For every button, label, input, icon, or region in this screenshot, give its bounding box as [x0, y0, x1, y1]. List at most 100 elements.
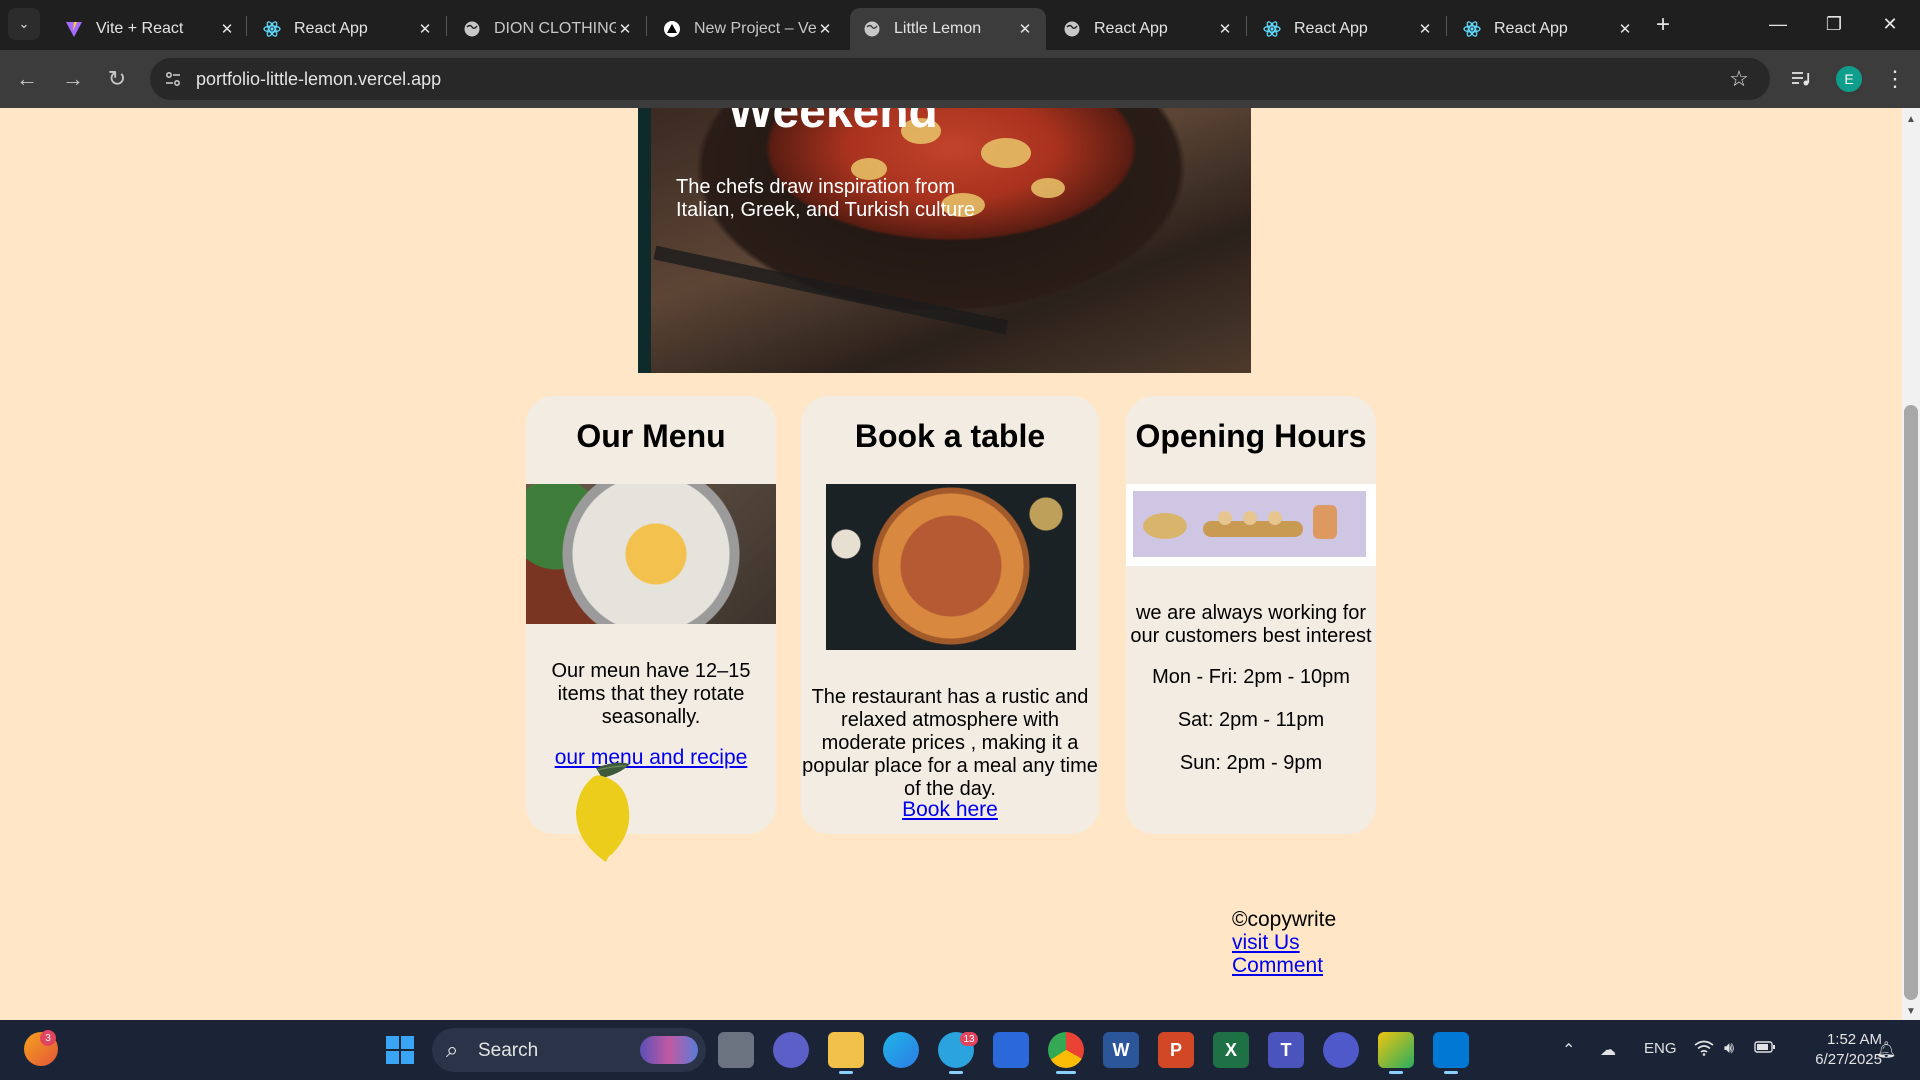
globe-icon — [862, 19, 882, 39]
search-label: Search — [478, 1040, 539, 1061]
system-clock[interactable]: 1:52 AM 6/27/2025 — [1790, 1030, 1882, 1070]
git-tool-icon[interactable] — [1378, 1032, 1414, 1068]
running-indicator — [1056, 1071, 1076, 1074]
reload-button[interactable]: ↻ — [100, 62, 134, 96]
telegram-badge: 13 — [960, 1032, 978, 1046]
teams-chat-icon[interactable] — [1323, 1032, 1359, 1068]
book-card-title: Book a table — [854, 418, 1046, 454]
hero-text: The chefs draw inspiration from Italian,… — [676, 176, 976, 221]
task-view-icon[interactable] — [718, 1032, 754, 1068]
pizza-image — [826, 484, 1076, 650]
visit-us-link[interactable]: visit Us — [1232, 931, 1336, 954]
browser-menu-button[interactable]: ⋮ — [1880, 64, 1910, 94]
arrow-left-icon: ← — [16, 66, 38, 91]
tab-react-app-1[interactable]: React App ✕ — [250, 8, 446, 50]
hours-card-text: we are always working for our customers … — [1130, 602, 1372, 647]
taskbar-search[interactable]: ⌕ Search — [432, 1028, 706, 1072]
close-icon[interactable]: ✕ — [416, 20, 434, 38]
chevron-up-icon[interactable]: ⌃ — [1562, 1040, 1575, 1060]
react-icon — [262, 19, 282, 39]
hours-sunday: Sun: 2pm - 9pm — [1179, 752, 1323, 774]
file-explorer-icon[interactable] — [828, 1032, 864, 1068]
close-icon[interactable]: ✕ — [1416, 20, 1434, 38]
menu-card: Our Menu Our meun have 12–15 items that … — [526, 396, 776, 834]
wifi-icon[interactable] — [1694, 1040, 1714, 1061]
clock-date: 6/27/2025 — [1815, 1051, 1882, 1068]
tab-vite-react[interactable]: Vite + React ✕ — [52, 8, 248, 50]
edge-icon[interactable] — [883, 1032, 919, 1068]
react-icon — [1262, 19, 1282, 39]
menu-dish-image — [526, 484, 776, 624]
comment-link[interactable]: Comment — [1232, 954, 1336, 977]
running-indicator — [1389, 1071, 1403, 1074]
close-icon[interactable]: ✕ — [616, 20, 634, 38]
more-vert-icon: ⋮ — [1884, 66, 1906, 91]
tab-search-button[interactable]: ⌄ — [8, 8, 40, 40]
word-icon[interactable]: W — [1103, 1032, 1139, 1068]
menu-card-title: Our Menu — [576, 418, 726, 454]
page-viewport: Weekend The chefs draw inspiration from … — [0, 108, 1902, 1020]
copyright-text: ©copywrite — [1232, 908, 1337, 931]
tab-strip: ⌄ Vite + React ✕ React App ✕ DION CLOTHI… — [0, 0, 1920, 50]
new-tab-button[interactable]: + — [1648, 10, 1678, 40]
battery-icon[interactable] — [1754, 1040, 1776, 1059]
book-card-text: The restaurant has a rustic and relaxed … — [802, 686, 1098, 800]
notifications-bell-icon[interactable]: 🔔︎ — [1876, 1040, 1896, 1060]
tab-react-app-2[interactable]: React App ✕ — [1050, 8, 1246, 50]
hours-weekday: Mon - Fri: 2pm - 10pm — [1152, 666, 1350, 688]
menu-recipe-link[interactable]: our menu and recipe — [526, 746, 776, 770]
tab-title: Little Lemon — [894, 20, 982, 37]
powerpoint-icon[interactable]: P — [1158, 1032, 1194, 1068]
close-icon[interactable]: ✕ — [1616, 20, 1634, 38]
tab-title: DION CLOTHING — [494, 20, 616, 37]
start-icon[interactable] — [382, 1032, 418, 1068]
tab-title: React App — [1294, 20, 1368, 37]
close-icon[interactable]: ✕ — [1216, 20, 1234, 38]
tab-title: React App — [294, 20, 368, 37]
desserts-image — [1126, 484, 1376, 566]
excel-icon[interactable]: X — [1213, 1032, 1249, 1068]
hours-card-title: Opening Hours — [1135, 418, 1367, 454]
profile-avatar[interactable]: E — [1836, 66, 1862, 92]
close-icon[interactable]: ✕ — [1016, 20, 1034, 38]
chrome-icon[interactable] — [1048, 1032, 1084, 1068]
url-text[interactable]: portfolio-little-lemon.vercel.app — [196, 69, 441, 90]
teams-icon[interactable]: T — [1268, 1032, 1304, 1068]
meet-icon[interactable] — [773, 1032, 809, 1068]
hero-food-image — [651, 108, 1251, 373]
running-indicator — [1444, 1071, 1458, 1074]
hours-saturday: Sat: 2pm - 11pm — [1177, 709, 1325, 731]
tab-react-app-4[interactable]: React App ✕ — [1450, 8, 1646, 50]
book-here-link[interactable]: Book here — [801, 798, 1099, 822]
tab-react-app-3[interactable]: React App ✕ — [1250, 8, 1446, 50]
vite-icon — [64, 19, 84, 39]
vercel-icon — [662, 19, 682, 39]
restore-button[interactable]: ❐ — [1806, 0, 1862, 48]
tab-dion-clothing[interactable]: DION CLOTHING ✕ — [450, 8, 646, 50]
site-info-button[interactable] — [160, 66, 186, 92]
footer-links: ©copywrite visit Us Comment — [1232, 908, 1336, 977]
tab-title: React App — [1494, 20, 1568, 37]
minimize-button[interactable]: — — [1750, 0, 1806, 48]
scroll-up-arrow[interactable]: ▲ — [1904, 112, 1918, 126]
scrollbar-thumb[interactable] — [1904, 405, 1918, 1000]
back-button[interactable]: ← — [10, 62, 44, 96]
close-icon[interactable]: ✕ — [218, 20, 236, 38]
vscode-icon[interactable] — [1433, 1032, 1469, 1068]
globe-icon — [462, 19, 482, 39]
tab-little-lemon[interactable]: Little Lemon ✕ — [850, 8, 1046, 50]
onedrive-icon[interactable]: ☁ — [1600, 1040, 1616, 1060]
close-icon[interactable]: ✕ — [816, 20, 834, 38]
bookmark-button[interactable]: ☆ — [1724, 64, 1754, 94]
forward-button[interactable]: → — [56, 62, 90, 96]
scroll-down-arrow[interactable]: ▼ — [1904, 1004, 1918, 1018]
running-indicator — [949, 1071, 963, 1074]
volume-icon[interactable]: 🔊︎ — [1724, 1040, 1734, 1058]
language-indicator[interactable]: ENG — [1644, 1040, 1677, 1057]
tab-new-project[interactable]: New Project – Ve ✕ — [650, 8, 846, 50]
menu-card-text: Our meun have 12–15 items that they rota… — [551, 660, 751, 728]
close-window-button[interactable]: ✕ — [1862, 0, 1918, 48]
media-controls-button[interactable] — [1786, 64, 1816, 94]
store-icon[interactable] — [993, 1032, 1029, 1068]
book-card: Book a table The restaurant has a rustic… — [801, 396, 1099, 834]
